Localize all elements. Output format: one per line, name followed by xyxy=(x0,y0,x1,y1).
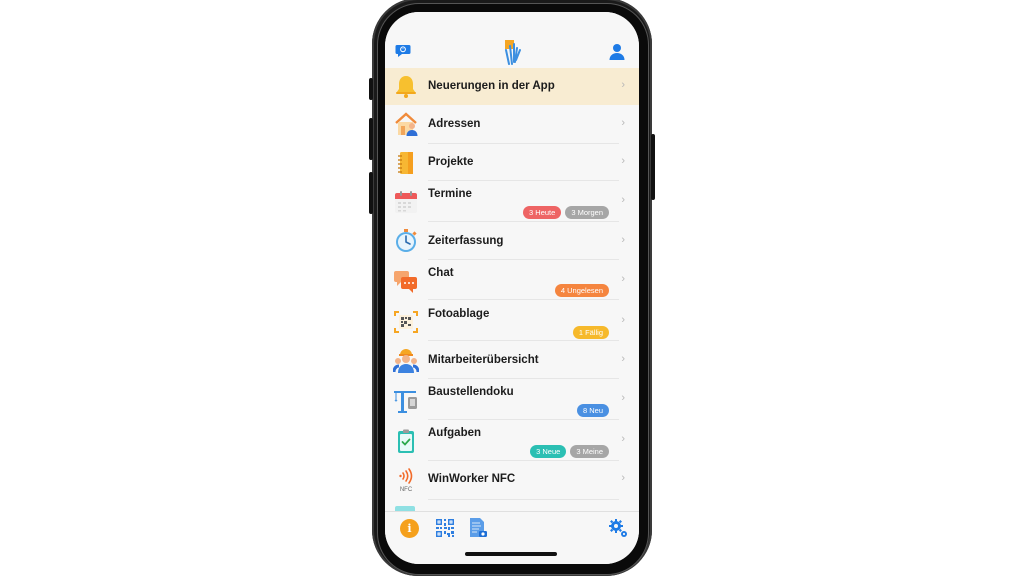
chevron-right-icon: › xyxy=(621,273,625,285)
menu-item-mitarbeiteruebersicht[interactable]: Mitarbeiterübersicht › xyxy=(385,341,639,379)
badge-group: 1 Fällig xyxy=(572,326,609,339)
badge-group: 8 Neu xyxy=(576,404,609,417)
chevron-right-icon: › xyxy=(621,472,625,484)
house-person-icon xyxy=(393,111,419,137)
chevron-right-icon: › xyxy=(621,314,625,326)
menu-item-neuerungen[interactable]: Neuerungen in der App › xyxy=(385,68,639,105)
menu-item-label: Baustellendoku xyxy=(428,386,514,398)
badge-faellig: 1 Fällig xyxy=(572,326,609,339)
volume-up-button xyxy=(369,118,373,160)
badge-group: 3 Heute 3 Morgen xyxy=(523,206,609,219)
chevron-right-icon: › xyxy=(621,234,625,246)
menu-item-zeiterfassung[interactable]: Zeiterfassung › xyxy=(385,222,639,260)
document-camera-icon[interactable] xyxy=(468,517,488,539)
volume-down-button xyxy=(369,172,373,214)
menu-item-label: Chat xyxy=(428,267,454,279)
chevron-right-icon: › xyxy=(621,117,625,129)
menu-item-label: Projekte xyxy=(428,156,474,168)
main-menu-list: Neuerungen in der App › Adressen › Proje… xyxy=(385,68,639,520)
menu-item-label: Neuerungen in der App xyxy=(428,80,555,92)
notebook-icon xyxy=(393,150,419,176)
menu-item-label: Adressen xyxy=(428,118,481,130)
info-icon[interactable]: i xyxy=(400,519,419,538)
bottom-toolbar: i xyxy=(385,511,639,564)
qr-code-icon[interactable] xyxy=(435,518,455,538)
nfc-icon: NFC xyxy=(393,467,419,493)
menu-item-label: Fotoablage xyxy=(428,308,490,320)
menu-item-chat[interactable]: Chat 4 Ungelesen › xyxy=(385,260,639,300)
chevron-right-icon: › xyxy=(621,392,625,404)
nfc-text: NFC xyxy=(400,487,413,493)
app-logo xyxy=(501,38,523,66)
badge-heute: 3 Heute xyxy=(523,206,562,219)
app-header xyxy=(385,12,639,68)
menu-item-label: Zeiterfassung xyxy=(428,235,504,247)
badge-group: 4 Ungelesen xyxy=(554,284,609,297)
chevron-right-icon: › xyxy=(621,433,625,445)
chevron-right-icon: › xyxy=(621,353,625,365)
menu-item-label: WinWorker NFC xyxy=(428,473,516,485)
badge-morgen: 3 Morgen xyxy=(565,206,609,219)
menu-item-baustellendoku[interactable]: Baustellendoku 8 Neu › xyxy=(385,379,639,420)
menu-item-adressen[interactable]: Adressen › xyxy=(385,105,639,144)
menu-item-label: Termine xyxy=(428,188,472,200)
badge-group: 3 Neue 3 Meine xyxy=(530,445,609,458)
menu-item-projekte[interactable]: Projekte › xyxy=(385,144,639,181)
menu-item-fotoablage[interactable]: Fotoablage 1 Fällig › xyxy=(385,300,639,341)
chat-icon xyxy=(393,268,419,294)
calendar-icon xyxy=(393,189,419,215)
home-indicator[interactable] xyxy=(465,552,557,556)
menu-item-termine[interactable]: Termine 3 Heute 3 Morgen › xyxy=(385,181,639,222)
stopwatch-icon xyxy=(393,228,419,254)
crane-icon xyxy=(393,387,419,413)
bell-icon xyxy=(393,73,419,99)
phone-frame: Neuerungen in der App › Adressen › Proje… xyxy=(369,0,655,576)
qr-scan-icon xyxy=(393,309,419,335)
clipboard-check-icon xyxy=(393,428,419,454)
user-icon[interactable] xyxy=(608,43,626,61)
mute-switch xyxy=(369,78,373,100)
chevron-right-icon: › xyxy=(621,79,625,91)
settings-gears-icon[interactable] xyxy=(608,518,628,538)
badge-ungelesen: 4 Ungelesen xyxy=(554,284,609,297)
chevron-right-icon: › xyxy=(621,155,625,167)
badge-neu: 8 Neu xyxy=(576,404,609,417)
badge-meine: 3 Meine xyxy=(570,445,609,458)
app-screen: Neuerungen in der App › Adressen › Proje… xyxy=(385,12,639,564)
chevron-right-icon: › xyxy=(621,194,625,206)
menu-item-winworker-nfc[interactable]: NFC WinWorker NFC › xyxy=(385,461,639,500)
chat-bubble-icon[interactable] xyxy=(395,44,411,58)
badge-neue: 3 Neue xyxy=(530,445,567,458)
power-button xyxy=(651,134,655,200)
menu-item-label: Mitarbeiterübersicht xyxy=(428,354,539,366)
menu-item-aufgaben[interactable]: Aufgaben 3 Neue 3 Meine › xyxy=(385,420,639,461)
menu-item-label: Aufgaben xyxy=(428,427,482,439)
workers-icon xyxy=(392,347,420,373)
